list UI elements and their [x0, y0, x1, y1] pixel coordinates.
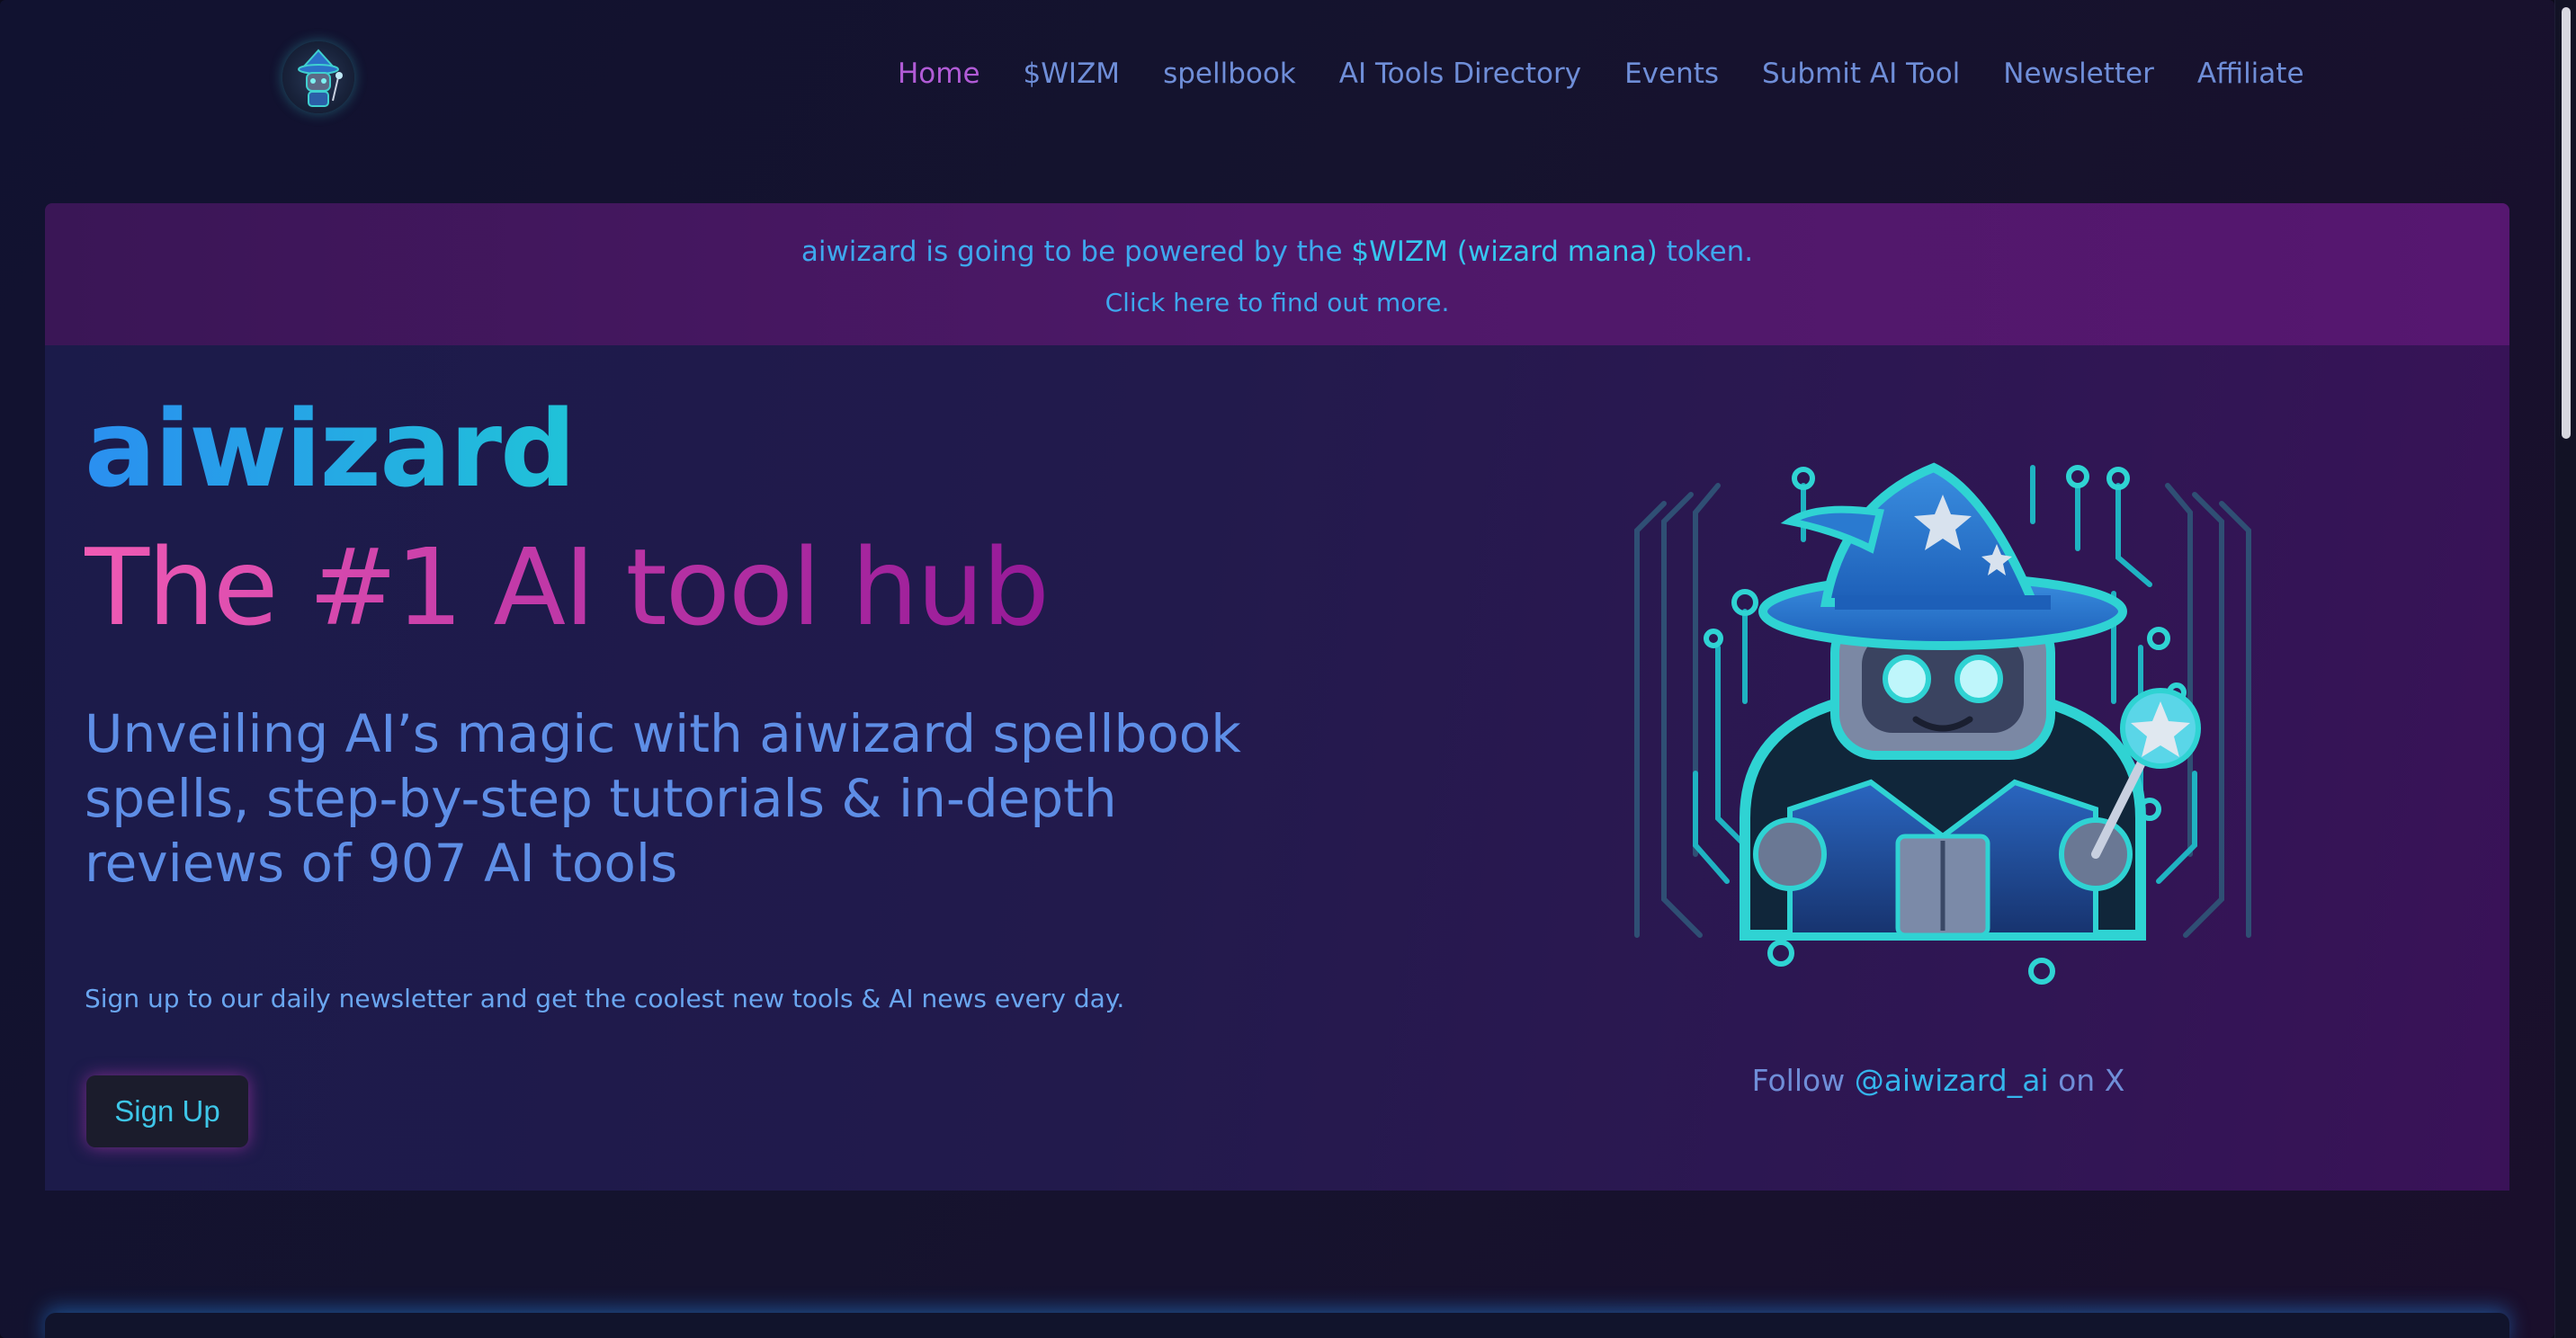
hero-subtitle: Unveiling AI’s magic with aiwizard spell… — [85, 703, 1241, 894]
nav-affiliate[interactable]: Affiliate — [2197, 58, 2304, 90]
nav-events[interactable]: Events — [1624, 58, 1719, 90]
banner-token-name: $WIZM (wizard mana) — [1351, 236, 1658, 268]
page: Home $WIZM spellbook AI Tools Directory … — [0, 0, 2554, 1338]
hero-section: aiwizard The #1 AI tool hub Unveiling AI… — [45, 345, 2509, 1191]
top-nav: Home $WIZM spellbook AI Tools Directory … — [0, 0, 2554, 162]
sign-up-button[interactable]: Sign Up — [86, 1075, 248, 1147]
nav-newsletter[interactable]: Newsletter — [2003, 58, 2154, 90]
wizard-robot-logo-icon[interactable] — [282, 41, 354, 113]
follow-post: on X — [2048, 1063, 2125, 1098]
banner-message-pre: aiwizard is going to be powered by the — [801, 236, 1352, 268]
wizard-robot-mascot-icon — [1610, 432, 2276, 1007]
nav-home[interactable]: Home — [898, 58, 980, 90]
nav-wizm[interactable]: $WIZM — [1024, 58, 1121, 90]
banner-message-post: token. — [1657, 236, 1754, 268]
nav-links: Home $WIZM spellbook AI Tools Directory … — [898, 58, 2348, 90]
follow-on-x: Follow @aiwizard_ai on X — [1376, 1063, 2500, 1098]
nav-ai-tools-directory[interactable]: AI Tools Directory — [1339, 58, 1581, 90]
nav-spellbook[interactable]: spellbook — [1163, 58, 1296, 90]
newsletter-description: Sign up to our daily newsletter and get … — [85, 984, 1125, 1013]
announcement-banner[interactable]: aiwizard is going to be powered by the $… — [45, 203, 2509, 345]
follow-pre: Follow — [1751, 1063, 1855, 1098]
nav-submit-ai-tool[interactable]: Submit AI Tool — [1762, 58, 1960, 90]
brand-title: aiwizard — [85, 387, 576, 511]
x-handle-link[interactable]: @aiwizard_ai — [1855, 1063, 2049, 1098]
next-section-edge — [45, 1313, 2509, 1338]
banner-find-out-more-link[interactable]: Click here to find out more. — [45, 288, 2509, 317]
scrollbar-thumb[interactable] — [2562, 7, 2571, 439]
hero-tagline: The #1 AI tool hub — [85, 525, 1050, 649]
page-scrollbar[interactable] — [2554, 0, 2576, 1338]
banner-message: aiwizard is going to be powered by the $… — [45, 236, 2509, 268]
